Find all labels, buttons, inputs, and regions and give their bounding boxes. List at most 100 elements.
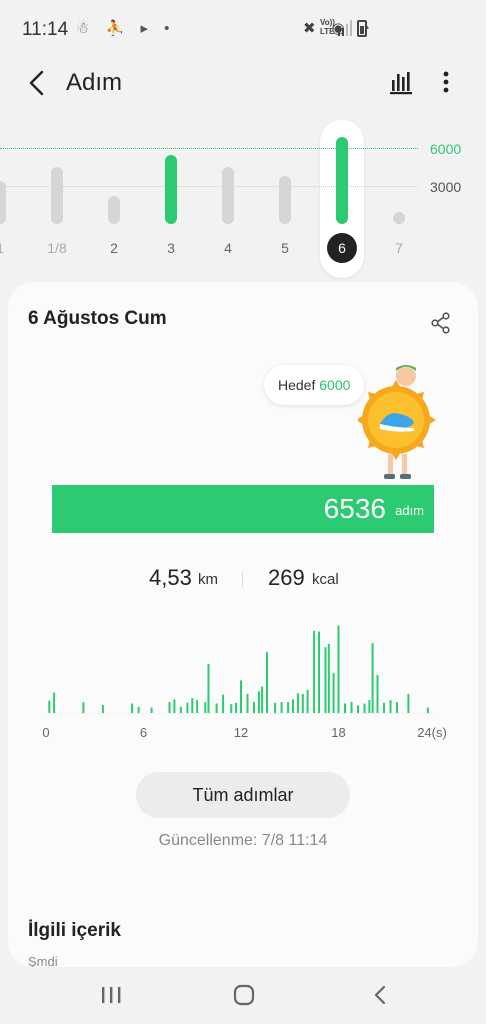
day-bar-6[interactable] (336, 136, 348, 224)
hourly-bar-15 (215, 703, 218, 713)
hourly-bar-33 (318, 631, 320, 713)
hourly-bar-16 (222, 694, 225, 713)
hourly-bar-35 (327, 643, 330, 713)
hourly-bar-21 (253, 702, 255, 713)
day-label-3[interactable]: 3 (151, 240, 191, 256)
hourly-bar-22 (257, 691, 260, 713)
more-options-button[interactable] (432, 66, 460, 98)
back-button[interactable] (22, 66, 54, 100)
hourly-bar-29 (296, 693, 299, 713)
hourly-bar-34 (324, 647, 327, 713)
hourly-bar-39 (350, 702, 353, 713)
day-label-0[interactable]: 1 (0, 240, 20, 256)
hourly-bar-31 (306, 689, 309, 713)
chevron-left-icon (29, 70, 44, 96)
hourly-bar-36 (332, 673, 335, 713)
updated-timestamp: Güncellenme: 7/8 11:14 (158, 832, 328, 849)
hourly-bar-25 (274, 702, 277, 713)
notification-icons: ☃ ⛹ ▸ • (76, 20, 176, 37)
related-content-title: İlgili içerik (28, 920, 121, 941)
bar-chart-button[interactable] (388, 68, 416, 96)
goal-prefix: Hedef (278, 377, 316, 393)
card-date: 6 Ağustos Cum (28, 308, 167, 329)
more-vertical-icon (443, 71, 449, 93)
day-bar-3[interactable] (165, 154, 177, 224)
status-time: 11:14 (22, 19, 69, 40)
hourly-bar-3 (101, 704, 104, 713)
steps-unit: adım (395, 503, 424, 518)
home-icon (233, 984, 255, 1006)
hourly-bar-42 (368, 700, 371, 713)
lte-text: LTE (320, 27, 335, 36)
goal-bubble: Hedef 6000 (264, 365, 365, 405)
navigation-bar (0, 967, 486, 1024)
day-label-4[interactable]: 4 (208, 240, 248, 256)
hourly-bar-28 (292, 699, 294, 713)
hourly-bar-47 (396, 702, 398, 713)
day-detail-card: 6 Ağustos Cum Hedef 6000 6536 adım 4,53 … (8, 282, 478, 969)
hourly-bar-45 (383, 702, 385, 713)
day-label-5[interactable]: 5 (265, 240, 305, 256)
hourly-tick-label-3: 18 (331, 725, 345, 740)
steps-value: 6536 (323, 493, 386, 524)
day-bar-2[interactable] (108, 196, 120, 224)
volte-text: Vo)) (320, 18, 335, 27)
hourly-bar-6 (150, 707, 153, 713)
hourly-bar-12 (196, 700, 199, 713)
back-icon (374, 985, 386, 1005)
day-bar-4[interactable] (222, 166, 234, 224)
reference-label-3000: 3000 (430, 179, 462, 195)
hourly-bar-7 (168, 702, 171, 713)
hourly-bar-17 (230, 704, 233, 713)
hourly-bar-0 (48, 700, 51, 713)
distance-value: 4,53 (149, 565, 192, 590)
hourly-bar-8 (173, 699, 176, 713)
hourly-bar-11 (191, 698, 194, 713)
hourly-tick-label-0: 0 (42, 725, 49, 740)
page-title: Adım (66, 69, 123, 96)
day-label-1[interactable]: 1/8 (37, 240, 77, 256)
day-label-2[interactable]: 2 (94, 240, 134, 256)
day-bar-0[interactable] (0, 181, 6, 224)
recent-apps-button[interactable] (98, 983, 124, 1007)
selected-day-label: 6 (338, 240, 346, 256)
hourly-bar-40 (357, 705, 359, 713)
status-bar: 11:14 ☃ ⛹ ▸ • ✖ ◉ ◔ Vo)) LTE (0, 0, 486, 60)
hourly-steps-chart: 0 6 12 18 24(s) (42, 625, 447, 740)
hourly-bar-10 (186, 702, 189, 713)
distance-unit: km (198, 571, 218, 588)
hourly-bar-44 (376, 675, 379, 713)
hourly-bar-26 (280, 702, 283, 713)
lte-indicator: Vo)) LTE (320, 18, 335, 36)
home-button[interactable] (231, 983, 257, 1007)
stats-divider (242, 571, 243, 587)
hourly-bar-43 (371, 643, 374, 713)
selected-day-indicator[interactable]: 6 (327, 233, 357, 263)
hourly-bar-46 (389, 700, 392, 713)
hourly-tick-label-2: 12 (234, 725, 248, 740)
all-steps-button[interactable]: Tüm adımlar (136, 772, 350, 818)
hourly-bar-38 (344, 703, 346, 713)
goal-label-6000: 6000 (430, 141, 462, 157)
hourly-bar-2 (82, 702, 85, 713)
nav-back-button[interactable] (368, 983, 394, 1007)
hourly-bar-41 (363, 703, 366, 713)
hourly-bar-9 (179, 706, 182, 713)
steps-progress-bar: 6536 adım (52, 485, 434, 533)
calories-unit: kcal (312, 571, 339, 588)
app-header: Adım (0, 60, 486, 108)
hourly-bar-30 (301, 694, 304, 713)
hourly-bar-24 (266, 651, 268, 713)
hourly-bar-48 (407, 694, 410, 713)
day-dot-7[interactable] (393, 212, 405, 224)
day-label-7[interactable]: 7 (379, 240, 419, 256)
battery-icon (357, 20, 367, 37)
hourly-bar-14 (207, 664, 210, 713)
share-button[interactable] (430, 312, 452, 334)
day-bar-1[interactable] (51, 166, 63, 224)
day-bar-5[interactable] (279, 176, 291, 224)
hourly-bar-19 (240, 680, 242, 713)
goal-line-6000 (0, 148, 418, 149)
hourly-bar-5 (137, 706, 140, 713)
daily-steps-strip: 6000 3000 6 1 1/8 2 3 4 5 7 (0, 110, 486, 280)
